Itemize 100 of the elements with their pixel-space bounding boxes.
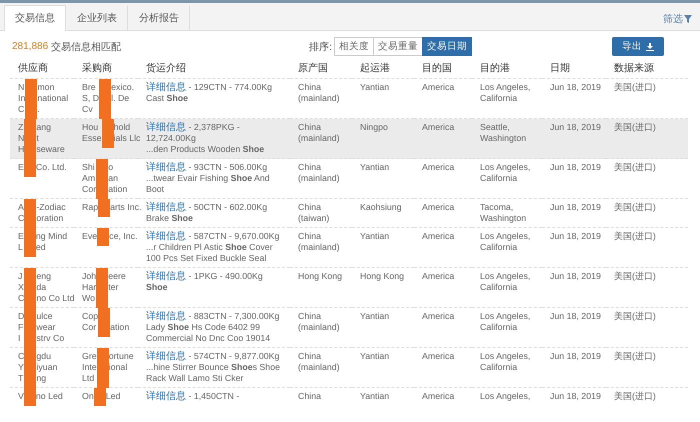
details-link[interactable]: 详细信息	[146, 231, 186, 242]
result-count: 281,886	[12, 41, 48, 52]
buyer-fragment: Gre	[82, 351, 97, 362]
supplier-fragment: T	[18, 373, 24, 384]
redaction-bar	[99, 79, 112, 119]
supplier-fragment: ng Mind	[36, 231, 68, 242]
buyer-fragment: Hou	[82, 122, 100, 133]
table-cell: China (mainland)	[298, 311, 340, 332]
export-button[interactable]: 导出	[612, 37, 664, 56]
details-link[interactable]: 详细信息	[146, 351, 186, 362]
column-header: 目的港	[472, 58, 542, 78]
supplier-fragment: N	[18, 82, 26, 93]
table-cell: 美国(进口)	[614, 202, 656, 212]
table-cell: America	[422, 82, 454, 92]
buyer-fragment: o	[108, 162, 114, 173]
redaction-bar	[97, 228, 110, 246]
table-cell: Yantian	[360, 162, 390, 172]
supplier-fragment: J	[18, 271, 24, 282]
table-cell: Jun 18, 2019	[550, 162, 601, 172]
supplier-fragment: national	[37, 93, 68, 104]
buyer-fragment: Cor	[82, 184, 96, 195]
table-cell: Tacoma, Washington	[480, 202, 526, 223]
filter-icon	[684, 15, 692, 23]
supplier-fragment: C	[18, 104, 26, 115]
supplier-fragment: I	[18, 333, 22, 344]
details-link[interactable]: 详细信息	[146, 162, 186, 173]
buyer-fragment: Esse	[82, 133, 102, 144]
details-link[interactable]: 详细信息	[146, 202, 186, 213]
supplier-fragment: eng	[36, 271, 52, 282]
table-cell: China	[298, 391, 321, 401]
buyer-fragment: Cor	[82, 322, 98, 333]
supplier-fragment: seware	[36, 144, 65, 155]
table-cell: 美国(进口)	[614, 162, 656, 172]
supplier-fragment: .	[37, 104, 41, 115]
sort-option[interactable]: 相关度	[334, 37, 374, 56]
supplier-fragment: E	[18, 231, 24, 242]
table-cell: Jun 18, 2019	[550, 351, 601, 361]
details-link[interactable]: 详细信息	[146, 82, 186, 93]
buyer-fragment: exico.	[111, 82, 134, 93]
buyer-fragment: ation	[108, 184, 128, 195]
supplier-fragment: C	[18, 293, 24, 304]
table-cell: 美国(进口)	[614, 311, 656, 321]
supplier-fragment: t	[36, 133, 40, 144]
filter-button[interactable]: 筛选	[663, 12, 692, 26]
supplier-fragment: wear	[36, 322, 56, 333]
buyer-fragment: Eve	[82, 231, 98, 242]
table-cell: Hong Kong	[298, 271, 342, 281]
table-cell: China (mainland)	[298, 231, 340, 252]
table-cell: Seattle, Washington	[480, 122, 526, 143]
supplier-fragment: V	[18, 391, 24, 402]
redaction-bar	[96, 268, 108, 308]
sort-option[interactable]: 交易日期	[422, 37, 472, 56]
column-header: 起运港	[352, 58, 414, 78]
table-cell: Los Angeles, California	[480, 82, 530, 103]
table-cell: Los Angeles, California	[480, 271, 530, 292]
goods-description: Brake Shoe	[146, 213, 194, 224]
buyer-fragment: Cop	[82, 311, 98, 322]
redaction-bar	[24, 268, 36, 308]
shipment-summary: 详细信息 - 50CTN - 602.00Kg	[146, 202, 268, 213]
table-cell: Los Angeles, California	[480, 351, 530, 372]
table-cell: America	[422, 271, 454, 281]
table-cell: America	[422, 202, 454, 212]
table-cell: Los Angeles, California	[480, 311, 530, 332]
supplier-fragment: ang	[36, 122, 52, 133]
table-cell: 美国(进口)	[614, 82, 656, 92]
goods-description: Lady Shoe Hs Code 6402 99 Commercial No Dnc Coo 19014	[146, 322, 272, 344]
table-cell: 美国(进口)	[614, 231, 656, 241]
supplier-fragment: no Co Ltd	[36, 293, 75, 304]
shipment-summary: 详细信息 - 1,450CTN -	[146, 391, 240, 402]
table-cell: Jun 18, 2019	[550, 391, 601, 401]
details-link[interactable]: 详细信息	[146, 311, 186, 322]
supplier-fragment: iyuan	[36, 362, 58, 373]
table-cell: Yantian	[360, 231, 390, 241]
details-link[interactable]: 详细信息	[146, 122, 186, 133]
details-link[interactable]: 详细信息	[146, 271, 186, 282]
table-cell: America	[422, 351, 454, 361]
table-cell: Hong Kong	[360, 271, 404, 281]
buyer-fragment: ation	[110, 322, 130, 333]
table-cell: 美国(进口)	[614, 122, 656, 132]
table-cell: China (mainland)	[298, 162, 340, 183]
tab[interactable]: 交易信息	[4, 5, 66, 31]
download-icon	[646, 42, 654, 50]
supplier-fragment: E	[18, 162, 24, 173]
redaction-bar	[102, 119, 114, 148]
buyer-fragment: Shi	[82, 162, 96, 173]
goods-description: Shoe	[146, 282, 169, 293]
table-cell: China (mainland)	[298, 351, 340, 372]
table-cell: Ningpo	[360, 122, 388, 132]
sort-label: 排序:	[309, 40, 332, 54]
shipment-summary: 详细信息 - 129CTN - 774.00Kg	[146, 82, 274, 93]
column-header: 原产国	[290, 58, 352, 78]
column-header: 供应商	[10, 58, 74, 78]
buyer-fragment: ortune	[108, 351, 134, 362]
table-cell: Jun 18, 2019	[550, 82, 601, 92]
table-cell: America	[422, 391, 454, 401]
table-cell: Los Angeles, California	[480, 231, 530, 252]
sort-option[interactable]: 交易重量	[372, 37, 423, 56]
table-cell: Yantian	[360, 311, 390, 321]
table-cell: America	[422, 122, 454, 132]
details-link[interactable]: 详细信息	[146, 391, 186, 402]
